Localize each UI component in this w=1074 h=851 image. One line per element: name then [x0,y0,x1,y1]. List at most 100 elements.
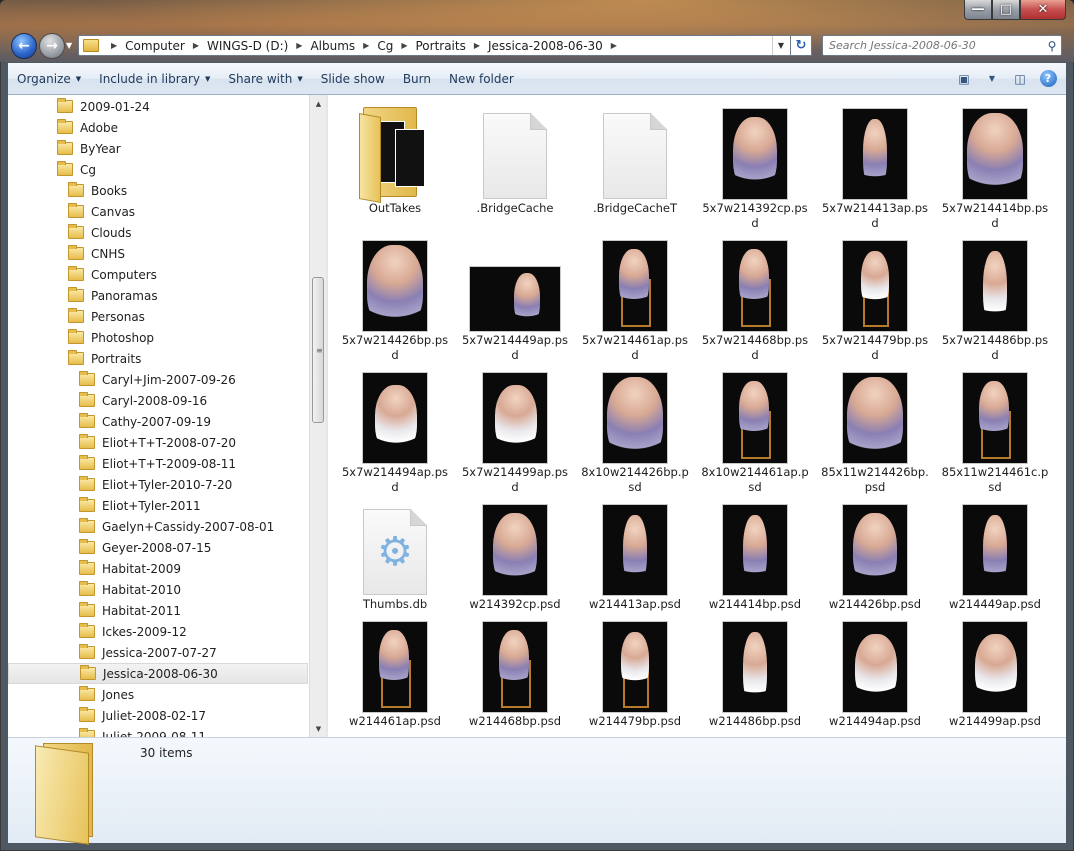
organize-menu[interactable]: Organize ▼ [8,63,90,94]
file-item[interactable]: .BridgeCache [460,97,570,225]
search-icon[interactable]: ⚲ [1043,39,1061,53]
file-item[interactable]: 5x7w214426bp.psd [340,229,450,362]
tree-item[interactable]: Panoramas [68,285,158,306]
file-item[interactable]: w214468bp.psd [460,610,570,737]
address-history-dropdown[interactable]: ▼ [772,36,789,55]
tree-item[interactable]: Books [68,180,127,201]
tree-item[interactable]: Portraits [68,348,141,369]
chevron-right-icon[interactable]: ▶ [111,41,117,50]
share-with-menu[interactable]: Share with ▼ [219,63,311,94]
file-item[interactable]: ⚙ Thumbs.db [340,493,450,621]
close-button[interactable]: ✕ [1020,0,1066,20]
breadcrumb-item[interactable]: WINGS-D (D:) [205,39,290,53]
scrollbar-thumb[interactable]: ≡ [312,277,324,423]
chevron-right-icon[interactable]: ▶ [363,41,369,50]
preview-pane-button[interactable]: ◫ [1008,68,1032,90]
view-options-dropdown[interactable]: ▼ [980,68,1004,90]
tree-item[interactable]: Eliot+Tyler-2011 [79,495,201,516]
address-bar[interactable]: ▶ Computer ▶ WINGS-D (D:) ▶ Albums ▶ Cg ▶ Portra… [78,35,812,56]
tree-item[interactable]: CNHS [68,243,125,264]
file-item[interactable]: w214486bp.psd [700,610,810,737]
recent-pages-dropdown[interactable]: ▼ [66,41,72,50]
chevron-right-icon[interactable]: ▶ [611,41,617,50]
breadcrumb-item[interactable]: Computer [123,39,187,53]
file-item[interactable]: w214413ap.psd [580,493,690,621]
tree-item[interactable]: Canvas [68,201,135,222]
tree-item[interactable]: Eliot+Tyler-2010-7-20 [79,474,232,495]
tree-item[interactable]: Caryl+Jim-2007-09-26 [79,369,236,390]
file-item[interactable]: w214426bp.psd [820,493,930,621]
file-item[interactable]: 8x10w214461ap.psd [700,361,810,494]
file-item[interactable]: 8x10w214426bp.psd [580,361,690,494]
file-item[interactable]: 5x7w214413ap.psd [820,97,930,230]
breadcrumb-item[interactable]: Albums [308,39,357,53]
tree-item[interactable]: Jessica-2008-06-30 [8,663,308,684]
maximize-button[interactable]: □ [992,0,1020,20]
burn-button[interactable]: Burn [394,63,440,94]
tree-item[interactable]: Habitat-2009 [79,558,181,579]
breadcrumb-item[interactable]: Cg [375,39,395,53]
chevron-right-icon[interactable]: ▶ [193,41,199,50]
forward-button[interactable]: → [39,33,65,59]
tree-item[interactable]: Habitat-2011 [79,600,181,621]
chevron-right-icon[interactable]: ▶ [474,41,480,50]
back-button[interactable]: ← [11,33,37,59]
change-view-button[interactable]: ▣ [952,68,976,90]
file-item[interactable]: 5x7w214468bp.psd [700,229,810,362]
scroll-down-arrow[interactable]: ▼ [310,720,327,737]
file-item[interactable]: w214414bp.psd [700,493,810,621]
navigation-scrollbar[interactable]: ▲ ≡ ▼ [309,95,326,737]
chevron-right-icon[interactable]: ▶ [296,41,302,50]
tree-item[interactable]: Jessica-2007-07-27 [79,642,217,663]
tree-item[interactable]: Personas [68,306,145,327]
tree-item[interactable]: 2009-01-24 [57,96,150,117]
tree-item[interactable]: ByYear [57,138,121,159]
file-item[interactable]: OutTakes [340,97,450,225]
tree-item[interactable]: Ickes-2009-12 [79,621,187,642]
file-item[interactable]: w214449ap.psd [940,493,1050,621]
file-item[interactable]: 85x11w214461c.psd [940,361,1050,494]
file-item[interactable]: w214499ap.psd [940,610,1050,737]
file-item[interactable]: w214479bp.psd [580,610,690,737]
tree-item[interactable]: Juliet-2008-02-17 [79,705,206,726]
folder-icon [79,497,95,512]
file-item[interactable]: 5x7w214414bp.psd [940,97,1050,230]
file-item[interactable]: 5x7w214479bp.psd [820,229,930,362]
file-item[interactable]: w214461ap.psd [340,610,450,737]
tree-item[interactable]: Geyer-2008-07-15 [79,537,211,558]
slide-show-button[interactable]: Slide show [312,63,394,94]
search-input[interactable] [823,38,1043,53]
tree-item[interactable]: Cathy-2007-09-19 [79,411,211,432]
tree-item[interactable]: Cg [57,159,96,180]
tree-item[interactable]: Eliot+T+T-2009-08-11 [79,453,236,474]
file-item[interactable]: 5x7w214392cp.psd [700,97,810,230]
tree-item[interactable]: Adobe [57,117,118,138]
refresh-button[interactable]: ↻ [790,35,812,56]
tree-item[interactable]: Gaelyn+Cassidy-2007-08-01 [79,516,274,537]
include-in-library-menu[interactable]: Include in library ▼ [90,63,219,94]
help-button[interactable]: ? [1036,68,1060,90]
chevron-right-icon[interactable]: ▶ [401,41,407,50]
tree-item[interactable]: Eliot+T+T-2008-07-20 [79,432,236,453]
file-item[interactable]: 5x7w214494ap.psd [340,361,450,494]
tree-item[interactable]: Computers [68,264,157,285]
new-folder-button[interactable]: New folder [440,63,523,94]
file-item[interactable]: .BridgeCacheT [580,97,690,225]
file-item[interactable]: 5x7w214461ap.psd [580,229,690,362]
tree-item[interactable]: Habitat-2010 [79,579,181,600]
minimize-button[interactable]: — [964,0,992,20]
scroll-up-arrow[interactable]: ▲ [310,95,327,112]
tree-item[interactable]: Caryl-2008-09-16 [79,390,207,411]
tree-item[interactable]: Juliet-2009-08-11 [79,726,206,737]
file-item[interactable]: w214494ap.psd [820,610,930,737]
file-item[interactable]: w214392cp.psd [460,493,570,621]
breadcrumb-item[interactable]: Portraits [413,39,467,53]
breadcrumb-item[interactable]: Jessica-2008-06-30 [486,39,605,53]
file-item[interactable]: 5x7w214499ap.psd [460,361,570,494]
file-item[interactable]: 5x7w214449ap.psd [460,229,570,362]
file-item[interactable]: 5x7w214486bp.psd [940,229,1050,362]
tree-item[interactable]: Clouds [68,222,132,243]
file-item[interactable]: 85x11w214426bp.psd [820,361,930,494]
tree-item[interactable]: Photoshop [68,327,154,348]
tree-item[interactable]: Jones [79,684,134,705]
